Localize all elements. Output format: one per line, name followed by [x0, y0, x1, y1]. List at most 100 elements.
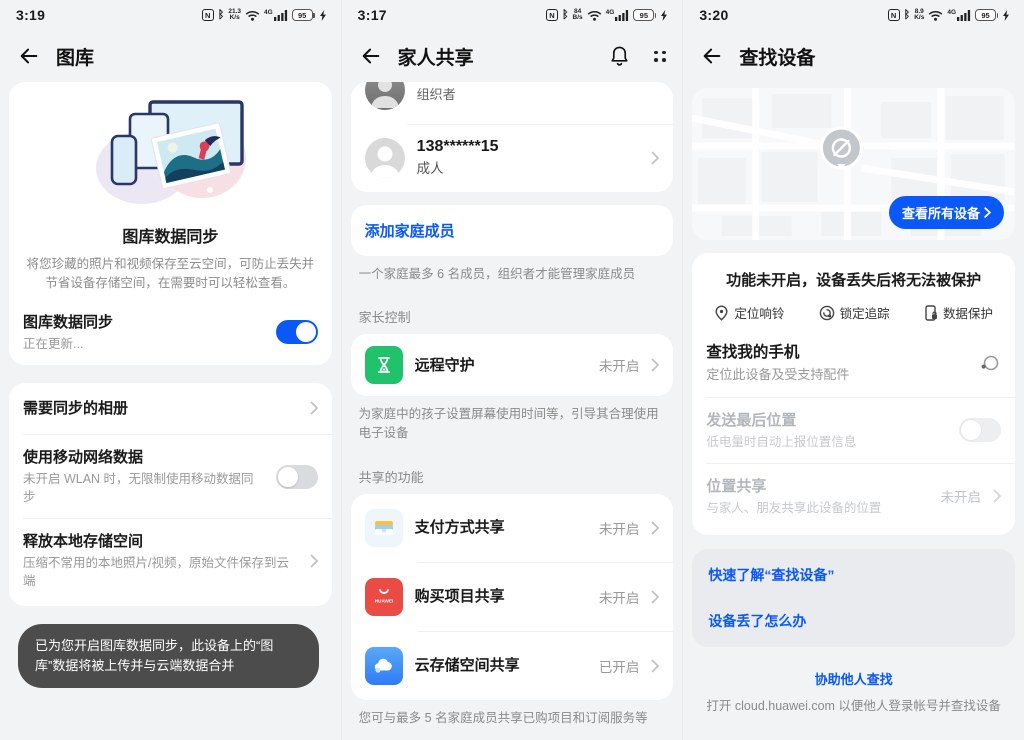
- back-arrow-icon[interactable]: [701, 45, 723, 67]
- network-speed: 8.9K/s: [914, 9, 924, 22]
- hero-description: 将您珍藏的照片和视频保存至云空间，可防止丢失并节省设备存储空间，在需要时可以轻松…: [25, 255, 316, 294]
- row-state: 已开启: [599, 656, 640, 676]
- parental-section-label: 家长控制: [359, 307, 666, 326]
- clock: 3:17: [358, 7, 387, 23]
- page-title: 家人共享: [398, 43, 594, 70]
- chevron-right-icon: [651, 590, 659, 604]
- add-member-button[interactable]: 添加家庭成员: [365, 223, 455, 240]
- status-bar: 3:20 N ᛒ 8.9K/s 4G 95: [683, 0, 1024, 30]
- mobile-data-toggle[interactable]: [276, 465, 318, 489]
- nfc-icon: N: [202, 9, 214, 21]
- albums-to-sync-row[interactable]: 需要同步的相册: [9, 383, 332, 434]
- wifi-icon: [587, 10, 602, 21]
- send-last-location-toggle: [959, 418, 1001, 442]
- notification-bell-icon[interactable]: [609, 45, 630, 67]
- device-map-card[interactable]: 查看所有设备: [692, 88, 1015, 240]
- row-label: 使用移动网络数据: [23, 447, 264, 468]
- row-label: 需要同步的相册: [23, 398, 298, 419]
- chevron-right-icon: [651, 659, 659, 673]
- chevron-right-icon: [984, 207, 991, 218]
- payment-sharing-row[interactable]: 支付方式共享 未开启: [351, 494, 674, 562]
- row-label: 发送最后位置: [706, 410, 947, 431]
- free-space-row[interactable]: 释放本地存储空间 压缩不常用的本地照片/视频，原始文件保存到云端: [9, 519, 332, 606]
- row-subtitle: 未开启 WLAN 时，无限制使用移动数据同步: [23, 470, 264, 506]
- row-subtitle: 与家人、朋友共享此设备的位置: [706, 499, 928, 517]
- charging-icon: [319, 10, 327, 21]
- back-arrow-icon[interactable]: [360, 45, 382, 67]
- assist-others-link[interactable]: 协助他人查找: [683, 669, 1024, 688]
- chevron-right-icon: [310, 401, 318, 415]
- toggle-status: 正在更新...: [23, 335, 264, 353]
- row-label: 位置共享: [706, 476, 928, 497]
- shared-section-label: 共享的功能: [359, 467, 666, 486]
- nfc-icon: N: [546, 9, 558, 21]
- bluetooth-icon: ᛒ: [562, 10, 569, 21]
- page-title: 图库: [56, 43, 325, 70]
- feature-list: 定位响铃 锁定追踪 数据保护: [698, 303, 1009, 322]
- network-speed: 21.3K/s: [228, 9, 241, 22]
- battery-icon: 95: [292, 9, 315, 21]
- screen-find-device: 3:20 N ᛒ 8.9K/s 4G 95 查找设备: [682, 0, 1024, 740]
- row-label: 云存储空间共享: [415, 655, 587, 676]
- page-header: 查找设备: [683, 30, 1024, 82]
- nfc-icon: N: [888, 9, 900, 21]
- row-subtitle: 定位此设备及受支持配件: [706, 366, 967, 385]
- gallery-sync-toggle[interactable]: [276, 320, 318, 344]
- chevron-right-icon: [310, 554, 318, 568]
- back-arrow-icon[interactable]: [18, 45, 40, 67]
- assist-instructions: 打开 cloud.huawei.com 以便他人登录帐号并查找设备: [683, 695, 1024, 714]
- member-name: 138******15: [417, 138, 640, 156]
- chevron-right-icon: [993, 489, 1001, 503]
- remote-guard-row[interactable]: 远程守护 未开启: [351, 334, 674, 396]
- clock: 3:20: [699, 7, 728, 23]
- wallet-icon: [365, 509, 403, 547]
- svg-text:HUAWEI: HUAWEI: [374, 598, 392, 603]
- cloud-icon: [365, 647, 403, 685]
- parental-hint: 为家庭中的孩子设置屏幕使用时间等，引导其合理使用电子设备: [359, 405, 666, 443]
- device-lost-help-link[interactable]: 设备丢了怎么办: [708, 598, 999, 644]
- cell-signal-icon: 4G: [264, 10, 288, 21]
- page-header: 图库: [0, 30, 341, 82]
- sync-enabled-toast: 已为您开启图库数据同步，此设备上的“图库”数据将被上传并与云端数据合并: [18, 624, 319, 688]
- cell-signal-icon: 4G: [947, 10, 971, 21]
- organizer-avatar: [365, 82, 405, 110]
- feature-ring: 定位响铃: [714, 303, 784, 322]
- hero: 图库数据同步 将您珍藏的照片和视频保存至云空间，可防止丢失并节省设备存储空间，在…: [9, 82, 332, 294]
- toggle-label: 图库数据同步: [23, 312, 264, 333]
- find-my-phone-row[interactable]: 查找我的手机 定位此设备及受支持配件: [692, 330, 1015, 397]
- bluetooth-icon: ᛒ: [218, 10, 225, 21]
- more-grid-icon[interactable]: [654, 51, 666, 62]
- purchase-sharing-row[interactable]: HUAWEI 购买项目共享 未开启: [351, 563, 674, 631]
- status-bar: 3:19 N ᛒ 21.3K/s 4G 95: [0, 0, 341, 30]
- status-bar: 3:17 N ᛒ 84B/s 4G 95: [342, 0, 683, 30]
- member-limit-hint: 一个家庭最多 6 名成员，组织者才能管理家庭成员: [359, 265, 666, 284]
- battery-icon: 95: [975, 9, 998, 21]
- cell-signal-icon: 4G: [606, 10, 630, 21]
- view-all-devices-button[interactable]: 查看所有设备: [889, 196, 1004, 229]
- member-role: 成人: [417, 159, 640, 179]
- location-pin-icon: [714, 305, 729, 321]
- gallery-sync-illustration: [90, 96, 250, 208]
- appgallery-icon: HUAWEI: [365, 578, 403, 616]
- location-share-row: 位置共享 与家人、朋友共享此设备的位置 未开启: [692, 464, 1015, 533]
- lock-track-icon: [819, 305, 835, 321]
- shared-features-card: 支付方式共享 未开启 HUAWEI 购买项目共享 未开启 云存储空间共享 已开启: [351, 494, 674, 700]
- clock: 3:19: [16, 7, 45, 23]
- add-member-card[interactable]: 添加家庭成员: [351, 205, 674, 256]
- bluetooth-icon: ᛒ: [904, 10, 911, 21]
- screen-gallery-sync: 3:19 N ᛒ 21.3K/s 4G 95 图库: [0, 0, 341, 740]
- cloud-storage-sharing-row[interactable]: 云存储空间共享 已开启: [351, 632, 674, 700]
- learn-find-device-link[interactable]: 快速了解“查找设备”: [708, 552, 999, 598]
- gallery-sync-card: 图库数据同步 将您珍藏的照片和视频保存至云空间，可防止丢失并节省设备存储空间，在…: [9, 82, 332, 365]
- mobile-data-row[interactable]: 使用移动网络数据 未开启 WLAN 时，无限制使用移动数据同步: [9, 435, 332, 518]
- remote-guard-hourglass-icon: [365, 346, 403, 384]
- status-icons: N ᛒ 84B/s 4G 95: [546, 9, 668, 22]
- chevron-right-icon: [651, 151, 659, 165]
- find-settings-card: 功能未开启，设备丢失后将无法被保护 定位响铃 锁定追踪 数据保护 查找我的手机 …: [692, 253, 1015, 535]
- page-header: 家人共享: [342, 30, 683, 82]
- gallery-sync-toggle-row[interactable]: 图库数据同步 正在更新...: [9, 300, 332, 365]
- row-label: 购买项目共享: [415, 586, 587, 607]
- organizer-row[interactable]: 组织者: [351, 82, 674, 124]
- feature-protect: 数据保护: [924, 303, 993, 322]
- member-row[interactable]: 138******15 成人: [351, 125, 674, 192]
